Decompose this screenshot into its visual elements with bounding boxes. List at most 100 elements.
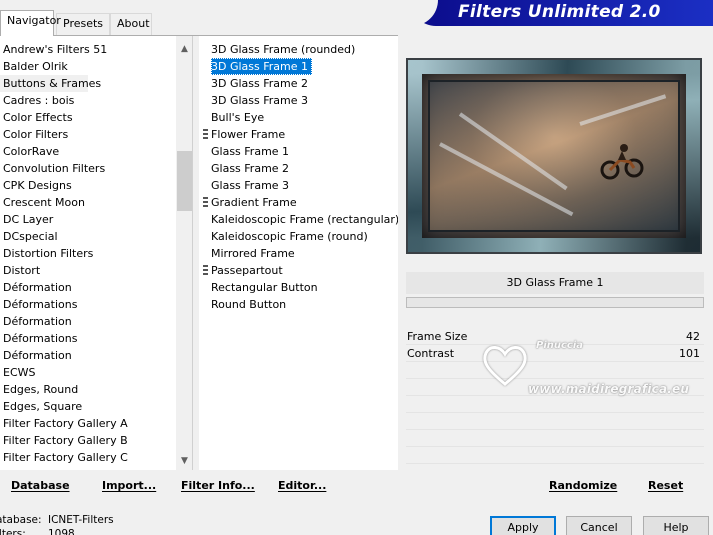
category-list[interactable]: Andrew's Filters 51 Balder Olrik Buttons &… [0,41,176,470]
preview-image [406,58,702,254]
param-empty-row [406,430,704,447]
import-button[interactable]: Import... [102,479,156,492]
preview-artwork [428,80,680,232]
category-item[interactable]: Déformation [0,313,176,330]
category-item[interactable]: Filter Factory Gallery D [0,466,176,470]
filter-item[interactable]: Rectangular Button [199,279,398,296]
filter-item[interactable]: Kaleidoscopic Frame (rectangular) [199,211,398,228]
status-database-value: ICNET-Filters [48,514,114,526]
category-item[interactable]: Déformation [0,279,176,296]
category-item[interactable]: Déformation [0,347,176,364]
database-button[interactable]: Database [11,479,70,492]
filter-item-label: 3D Glass Frame 3 [211,94,309,107]
filter-item[interactable]: 3D Glass Frame 2 [199,75,398,92]
app-title: Filters Unlimited 2.0 [458,2,661,22]
category-item[interactable]: Color Effects [0,109,176,126]
category-item[interactable]: CPK Designs [0,177,176,194]
bottom-toolbar: Database Import... Filter Info... Editor… [0,472,713,500]
filter-item-label: Kaleidoscopic Frame (rectangular) [211,213,398,226]
param-label: Frame Size [407,330,468,343]
filter-list-panel: 3D Glass Frame (rounded) 3D Glass Frame 1… [199,36,398,470]
category-item[interactable]: Edges, Square [0,398,176,415]
filter-item-label: Glass Frame 2 [211,162,290,175]
filter-item[interactable]: Flower Frame [199,126,398,143]
app-banner: Filters Unlimited 2.0 [410,0,713,26]
filter-item[interactable]: 3D Glass Frame 1 [199,58,398,75]
filter-item[interactable]: Glass Frame 3 [199,177,398,194]
category-item[interactable]: Color Filters [0,126,176,143]
motorbike-icon [600,138,644,191]
category-item[interactable]: DC Layer [0,211,176,228]
category-item[interactable]: Crescent Moon [0,194,176,211]
filter-item[interactable]: Kaleidoscopic Frame (round) [199,228,398,245]
category-item[interactable]: ColorRave [0,143,176,160]
filter-list[interactable]: 3D Glass Frame (rounded) 3D Glass Frame 1… [199,41,398,313]
category-item[interactable]: Déformations [0,296,176,313]
watermark-url: www.maidiregrafica.eu [528,382,690,396]
category-item[interactable]: Distort [0,262,176,279]
category-item[interactable]: Convolution Filters [0,160,176,177]
preview-panel: 3D Glass Frame 1 Frame Size 42 Contrast … [400,36,713,470]
current-filter-name: 3D Glass Frame 1 [406,272,704,294]
category-item[interactable]: Déformations [0,330,176,347]
tab-bar: Navigator Presets About [0,0,410,36]
param-empty-row [406,447,704,464]
param-label: Contrast [407,347,455,360]
filter-item[interactable]: Round Button [199,296,398,313]
filter-item-label: 3D Glass Frame 1 [211,58,313,75]
help-button[interactable]: Help [643,516,709,535]
category-item[interactable]: Filter Factory Gallery B [0,432,176,449]
apply-button[interactable]: Apply [490,516,556,535]
filter-item[interactable]: 3D Glass Frame (rounded) [199,41,398,58]
category-item[interactable]: Cadres : bois [0,92,176,109]
category-item[interactable]: Edges, Round [0,381,176,398]
filter-item[interactable]: Glass Frame 1 [199,143,398,160]
scroll-up-icon[interactable]: ▲ [176,41,192,58]
filter-info-button[interactable]: Filter Info... [181,479,255,492]
category-item[interactable]: Filter Factory Gallery A [0,415,176,432]
scrollbar-thumb[interactable] [177,151,192,211]
filter-item-label: 3D Glass Frame 2 [211,77,309,90]
filter-item-label: Glass Frame 3 [211,179,290,192]
filter-item[interactable]: 3D Glass Frame 3 [199,92,398,109]
progress-bar [406,297,704,308]
filter-item-label: Flower Frame [211,128,286,141]
category-item[interactable]: DCspecial [0,228,176,245]
preview-streak [458,112,568,191]
tab-navigator[interactable]: Navigator [0,10,61,36]
tab-presets[interactable]: Presets [56,13,110,35]
filter-item[interactable]: Glass Frame 2 [199,160,398,177]
category-item[interactable]: Buttons & Frames [0,75,101,92]
filter-item-label: Passepartout [211,264,283,277]
editor-button[interactable]: Editor... [278,479,326,492]
grip-icon [203,197,208,208]
category-item[interactable]: Distortion Filters [0,245,176,262]
status-database-label: atabase: [0,514,42,526]
category-item[interactable]: Andrew's Filters 51 [0,41,176,58]
category-item[interactable]: Filter Factory Gallery C [0,449,176,466]
filter-item-label: Kaleidoscopic Frame (round) [211,230,368,243]
category-scrollbar[interactable]: ▲ ▼ [176,36,192,470]
filter-item[interactable]: Bull's Eye [199,109,398,126]
category-item[interactable]: ECWS [0,364,176,381]
watermark: Pinuccia www.maidiregrafica.eu [480,340,700,400]
heart-icon [480,340,530,390]
randomize-button[interactable]: Randomize [549,479,617,492]
filter-item[interactable]: Passepartout [199,262,398,279]
preview-streak [579,94,667,126]
filter-item-label: Rectangular Button [211,281,318,294]
filter-item-label: Round Button [211,298,287,311]
param-empty-row [406,413,704,430]
scroll-down-icon[interactable]: ▼ [176,453,192,470]
filter-item[interactable]: Mirrored Frame [199,245,398,262]
cancel-button[interactable]: Cancel [566,516,632,535]
tab-about[interactable]: About [110,13,152,35]
category-list-panel: Andrew's Filters 51 Balder Olrik Buttons &… [0,36,193,470]
grip-icon [203,129,208,140]
watermark-name: Pinuccia [536,340,584,351]
reset-button[interactable]: Reset [648,479,683,492]
filter-item-label: Mirrored Frame [211,247,295,260]
filter-item-label: Bull's Eye [211,111,265,124]
category-item[interactable]: Balder Olrik [0,58,176,75]
filter-item[interactable]: Gradient Frame [199,194,398,211]
